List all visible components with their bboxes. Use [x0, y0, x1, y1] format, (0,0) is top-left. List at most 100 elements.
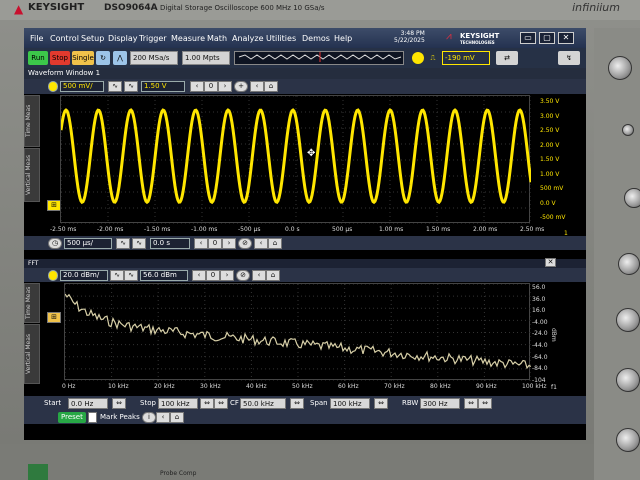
rbw-adjust-alt-icon[interactable]: ⇔	[478, 398, 492, 409]
timebase-shape-alt-icon[interactable]: ∿	[132, 238, 146, 249]
autoscale-icon[interactable]: ⋀	[113, 51, 127, 65]
info-icon[interactable]: i	[142, 412, 156, 423]
menu-file[interactable]: File	[30, 34, 43, 43]
swap-icon[interactable]: ⇄	[496, 51, 518, 65]
knob-6[interactable]	[616, 368, 640, 392]
minimize-button[interactable]: ▭	[520, 32, 536, 44]
channel1-offset[interactable]: 1.50 V	[141, 81, 185, 92]
mark-peaks-checkbox[interactable]	[88, 412, 97, 423]
stop-adjust-alt-icon[interactable]: ⇔	[214, 398, 228, 409]
fft-scale[interactable]: 20.0 dBm/	[60, 270, 108, 281]
pin-icon[interactable]: ⌂	[266, 270, 280, 281]
fft-shape-icon[interactable]: ∿	[110, 270, 124, 281]
menu-trigger[interactable]: Trigger	[139, 34, 167, 43]
stop-button[interactable]: Stop	[50, 51, 70, 65]
stop-field[interactable]: 100 kHz	[158, 398, 198, 409]
menu-help[interactable]: Help	[334, 34, 352, 43]
menu-setup[interactable]: Setup	[81, 34, 104, 43]
menu-utilities[interactable]: Utilities	[266, 34, 296, 43]
knob-2[interactable]	[622, 124, 634, 136]
single-button[interactable]: Single	[72, 51, 94, 65]
pin-icon[interactable]: ⌂	[264, 81, 278, 92]
fft-marker-icon[interactable]: ⊞	[47, 312, 61, 323]
pin-icon[interactable]: ⌂	[170, 412, 184, 423]
zero-icon[interactable]: 0	[204, 81, 218, 92]
run-button[interactable]: Run	[28, 51, 48, 65]
menu-control[interactable]: Control	[50, 34, 79, 43]
fft-y-tick-label: -64.0	[532, 353, 548, 361]
menu-math[interactable]: Math	[207, 34, 227, 43]
knob-4[interactable]	[618, 253, 640, 275]
zero-icon[interactable]: 0	[206, 270, 220, 281]
stop-label: Stop	[140, 399, 156, 407]
fft-offset[interactable]: 56.0 dBm	[140, 270, 188, 281]
back-icon[interactable]: ‹	[254, 238, 268, 249]
cf-field[interactable]: 50.0 kHz	[240, 398, 286, 409]
right-arrow-icon[interactable]: ›	[218, 81, 232, 92]
knob-7[interactable]	[616, 428, 640, 452]
span-adjust-icon[interactable]: ⇔	[374, 398, 388, 409]
model-description: Digital Storage Oscilloscope 600 MHz 10 …	[160, 4, 325, 12]
knob-1[interactable]	[608, 56, 632, 80]
trigger-mode-icon[interactable]: ↯	[558, 51, 580, 65]
menu-display[interactable]: Display	[108, 34, 138, 43]
fft-y-tick-label: 16.0	[532, 307, 546, 315]
timebase-scale[interactable]: 500 µs/	[64, 238, 112, 249]
knob-5[interactable]	[616, 308, 640, 332]
y-tick-label: 2.00 V	[540, 141, 560, 149]
memory-depth-field[interactable]: 1.00 Mpts	[182, 51, 230, 65]
timebase-position[interactable]: 0.0 s	[150, 238, 190, 249]
close-button[interactable]: ✕	[558, 32, 574, 44]
timebase-shape-icon[interactable]: ∿	[116, 238, 130, 249]
trigger-edge-icon[interactable]: ⎍	[426, 51, 440, 65]
timebase-icon[interactable]: ◷	[48, 238, 62, 249]
menu-analyze[interactable]: Analyze	[232, 34, 264, 43]
channel1-badge-icon[interactable]	[48, 81, 58, 92]
waveform-shape-alt-icon[interactable]: ∿	[124, 81, 138, 92]
left-arrow-icon[interactable]: ‹	[190, 81, 204, 92]
stop-adjust-icon[interactable]: ⇔	[200, 398, 214, 409]
fft-close-icon[interactable]: ✕	[545, 258, 556, 267]
right-arrow-icon[interactable]: ›	[220, 270, 234, 281]
fft-y-tick-label: 56.0	[532, 284, 546, 291]
time-meas-tab[interactable]: Time Meas	[24, 95, 40, 147]
trigger-source-chip[interactable]	[412, 52, 424, 64]
fft-x-tick-label: 50 kHz	[292, 383, 313, 390]
sample-rate-field[interactable]: 200 MSa/s	[130, 51, 178, 65]
restore-button[interactable]: ▢	[539, 32, 555, 44]
fft-shape-alt-icon[interactable]: ∿	[124, 270, 138, 281]
left-arrow-icon[interactable]: ‹	[194, 238, 208, 249]
span-field[interactable]: 100 kHz	[330, 398, 370, 409]
delay-icon[interactable]: ⊘	[236, 270, 250, 281]
knob-3[interactable]	[624, 188, 640, 208]
fft-time-meas-tab[interactable]: Time Meas	[24, 283, 40, 323]
cf-adjust-icon[interactable]: ⇔	[290, 398, 304, 409]
right-arrow-icon[interactable]: ›	[222, 238, 236, 249]
trigger-level-field[interactable]: -190 mV	[442, 51, 490, 65]
menu-demos[interactable]: Demos	[302, 34, 330, 43]
vertical-meas-tab[interactable]: Vertical Meas	[24, 148, 40, 202]
fft-function-badge-icon[interactable]	[48, 270, 58, 281]
back-icon[interactable]: ‹	[252, 270, 266, 281]
channel1-marker-icon[interactable]: ⊞	[47, 200, 61, 211]
preset-button[interactable]: Preset	[58, 412, 86, 423]
fft-x-tick-label: 70 kHz	[384, 383, 405, 390]
start-adjust-icon[interactable]: ⇔	[112, 398, 126, 409]
back-icon[interactable]: ‹	[156, 412, 170, 423]
zero-icon[interactable]: 0	[208, 238, 222, 249]
channel1-scale[interactable]: 500 mV/	[60, 81, 104, 92]
keysight-logo-icon: ⩘	[446, 31, 452, 42]
pin-icon[interactable]: ⌂	[268, 238, 282, 249]
menu-measure[interactable]: Measure	[171, 34, 205, 43]
back-icon[interactable]: ‹	[250, 81, 264, 92]
add-icon[interactable]: +	[234, 81, 248, 92]
delay-icon[interactable]: ⊘	[238, 238, 252, 249]
fft-x-tick-label: 20 kHz	[154, 383, 175, 390]
rbw-adjust-icon[interactable]: ⇔	[464, 398, 478, 409]
default-setup-icon[interactable]: ↻	[96, 51, 110, 65]
start-field[interactable]: 0.0 Hz	[68, 398, 108, 409]
fft-vertical-meas-tab[interactable]: Vertical Meas	[24, 324, 40, 384]
waveform-shape-icon[interactable]: ∿	[108, 81, 122, 92]
left-arrow-icon[interactable]: ‹	[192, 270, 206, 281]
rbw-field[interactable]: 300 Hz	[420, 398, 460, 409]
